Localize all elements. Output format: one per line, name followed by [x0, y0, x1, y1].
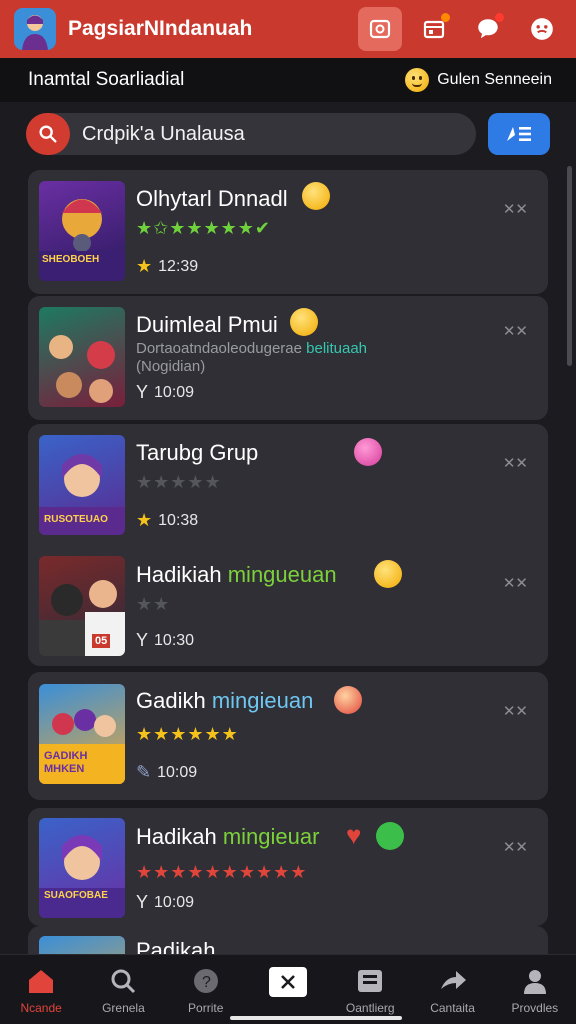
chat-button[interactable] — [466, 7, 510, 51]
item-title: Tarubg Grup — [136, 440, 259, 465]
more-options-icon[interactable]: ✕✕ — [503, 200, 528, 218]
explore-icon: ? — [193, 969, 218, 993]
nav-explore[interactable]: ? Porrite — [166, 967, 246, 1015]
search-button[interactable] — [26, 113, 70, 155]
item-time: Y 10:09 — [136, 892, 195, 912]
heart-emoji-icon — [354, 438, 382, 466]
item-time: ★ 12:39 — [136, 256, 199, 276]
thumbnail-caption: GADIKH MHKEN — [44, 750, 88, 775]
list-item[interactable]: Duimleal Pmui Dortaoatndaoleodugerae bel… — [28, 296, 548, 420]
thumbnail-badge: 05 — [92, 634, 111, 648]
app-logo[interactable] — [14, 8, 56, 50]
home-indicator — [230, 1016, 402, 1020]
item-title: Olhytarl Dnnadl — [136, 186, 288, 211]
notification-dot — [495, 13, 504, 22]
pen-icon: ✎ — [136, 762, 152, 782]
search-icon — [39, 125, 57, 143]
thumbnail-caption: SHEOBOEH — [42, 254, 100, 265]
list-item[interactable]: GADIKH MHKEN Gadikh mingieuan ★★★★★★ ✎ 10… — [28, 672, 548, 800]
item-time: Y 10:09 — [136, 382, 195, 402]
app-title: PagsiarNIndanuah — [68, 17, 253, 40]
heart-icon: ♥ — [346, 820, 362, 850]
profile-icon — [523, 970, 546, 994]
item-time: Y 10:30 — [136, 630, 195, 650]
search-input[interactable] — [82, 122, 442, 146]
more-options-icon[interactable]: ✕✕ — [503, 322, 528, 340]
item-thumbnail — [39, 818, 125, 918]
nav-search[interactable]: Grenela — [83, 967, 163, 1015]
nav-inbox[interactable]: Oantlierg — [330, 967, 410, 1015]
status-text: Gulen Senneein — [437, 71, 552, 88]
nav-close[interactable] — [248, 967, 328, 1003]
y-icon: Y — [136, 892, 149, 912]
home-icon — [29, 970, 54, 993]
list-item[interactable]: RUSOTEUAO Tarubg Grup ★★★★★ ★ 10:38 ✕✕ — [28, 424, 548, 544]
y-icon: Y — [136, 630, 149, 650]
notification-dot — [441, 13, 450, 22]
scrollbar[interactable] — [567, 166, 572, 366]
rating-stars: ★★★★★★★★★★ — [136, 862, 308, 882]
list-item[interactable]: SUAOFOBAE Hadikah mingieuar ♥ ★★★★★★★★★★… — [28, 808, 548, 926]
search-row — [26, 112, 550, 156]
item-thumbnail — [39, 181, 125, 281]
camera-button[interactable] — [358, 7, 402, 51]
thumbnail-caption: SUAOFOBAE — [44, 890, 108, 901]
rating-stars: ★✩★★★★★✔ — [136, 218, 271, 238]
top-app-bar: PagsiarNIndanuah — [0, 0, 576, 58]
filter-list-icon — [507, 127, 531, 141]
smile-icon — [405, 68, 430, 92]
search-bar[interactable] — [26, 113, 476, 155]
rating-stars: ★★★★★★ — [136, 724, 239, 744]
status-label[interactable]: Gulen Senneein — [405, 68, 552, 92]
section-title: Inamtal Soarliadial — [28, 69, 185, 90]
nav-home[interactable]: Ncande — [1, 967, 81, 1015]
calendar-button[interactable] — [412, 7, 456, 51]
item-time: ★ 10:38 — [136, 510, 199, 530]
item-title: Hadikiah mingueuan — [136, 562, 337, 587]
item-title: Gadikh mingieuan — [136, 688, 314, 713]
item-subtitle: Dortaoatndaoleodugerae belituaah (Nogidia… — [136, 340, 368, 375]
svg-text:?: ? — [202, 974, 211, 991]
smile-emoji-icon — [302, 182, 330, 210]
item-thumbnail — [39, 556, 125, 656]
more-options-icon[interactable]: ✕✕ — [503, 574, 528, 592]
rating-stars: ★★★★★ — [136, 472, 222, 492]
smile-emoji-icon — [290, 308, 318, 336]
profile-face-button[interactable] — [520, 7, 564, 51]
list-item[interactable]: SHEOBOEH Olhytarl Dnnadl ★✩★★★★★✔ ★ 12:39… — [28, 170, 548, 294]
smile-emoji-icon — [374, 560, 402, 588]
bottom-navigation: Ncande Grenela ? Porrite Oantlierg Canta… — [0, 954, 576, 1024]
nav-profile[interactable]: Provdles — [495, 967, 575, 1015]
item-time: ✎ 10:09 — [136, 762, 198, 782]
list-item[interactable]: 05 Hadikiah mingueuan ★★ Y 10:30 ✕✕ — [28, 546, 548, 666]
more-options-icon[interactable]: ✕✕ — [503, 454, 528, 472]
section-header: Inamtal Soarliadial Gulen Senneein — [0, 58, 576, 102]
inbox-icon — [358, 970, 383, 992]
share-icon — [440, 971, 466, 989]
nav-share[interactable]: Cantaita — [413, 967, 493, 1015]
camera-icon — [369, 19, 391, 39]
more-options-icon[interactable]: ✕✕ — [503, 702, 528, 720]
close-icon — [281, 975, 295, 989]
star-icon: ★ — [136, 510, 153, 530]
emoji-icon — [334, 686, 362, 714]
star-icon: ★ — [136, 256, 153, 276]
thumbnail-caption: RUSOTEUAO — [44, 514, 108, 525]
face-icon — [531, 18, 553, 40]
rating-stars: ★★ — [136, 594, 171, 614]
list-group: RUSOTEUAO Tarubg Grup ★★★★★ ★ 10:38 ✕✕ 05… — [28, 424, 548, 666]
search-icon — [111, 969, 136, 994]
y-icon: Y — [136, 382, 149, 402]
item-thumbnail — [39, 307, 125, 407]
more-options-icon[interactable]: ✕✕ — [503, 838, 528, 856]
play-icon — [376, 822, 404, 850]
item-title: Hadikah mingieuar — [136, 824, 320, 849]
item-title: Duimleal Pmui — [136, 312, 278, 337]
filter-button[interactable] — [488, 113, 550, 155]
